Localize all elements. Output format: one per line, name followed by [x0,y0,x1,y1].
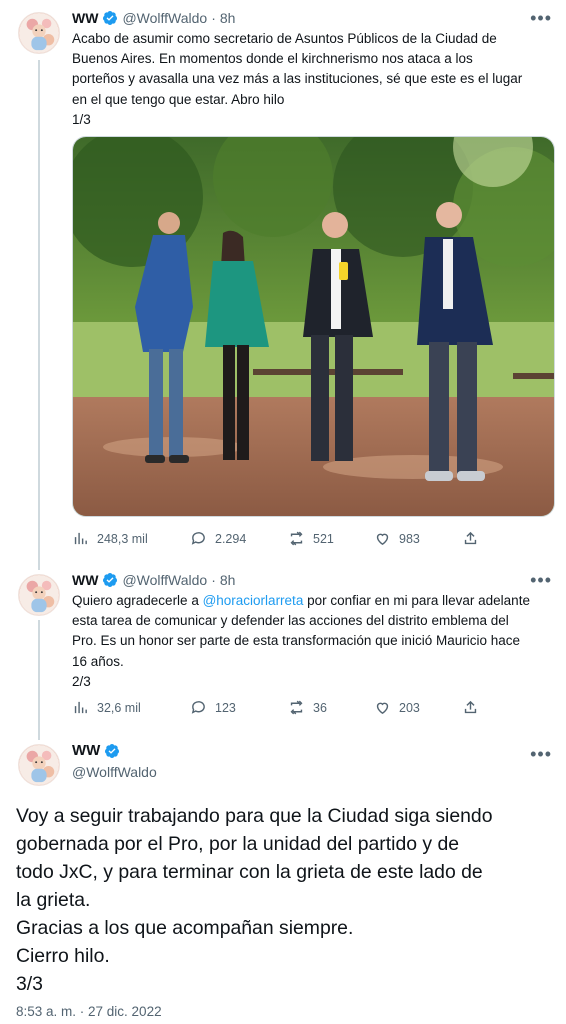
author-handle[interactable]: @WolffWaldo [122,572,207,588]
author-name[interactable]: WW [72,742,100,759]
tweet-text-line: Buenos Aires. En momentos donde el kirch… [72,51,473,67]
avatar-illustration-icon [19,13,59,53]
avatar[interactable] [18,12,60,54]
main-author-name-row[interactable]: WW [72,742,124,759]
tweet-text-line: Gracias a los que acompañan siempre. [16,917,354,939]
avatar-illustration-icon [19,745,59,785]
views-count: 248,3 mil [97,531,148,546]
tweet-text-line: todo JxC, y para terminar con la grieta … [16,861,483,883]
verified-badge-icon [103,11,118,25]
avatar-illustration-icon [19,575,59,615]
views-count: 32,6 mil [97,700,141,715]
reply-count: 123 [215,700,236,715]
like-icon [376,533,389,546]
reply-count: 2.294 [215,531,247,546]
share-icon [464,531,477,545]
like-button[interactable]: 203 [374,699,420,716]
like-icon [376,702,389,715]
tweet-text-line: Acabo de asumir como secretario de Asunt… [72,31,497,46]
tweet-text-line: esta tarea de comunicar y defender las a… [72,613,509,629]
retweet-button[interactable]: 36 [288,699,327,716]
like-count: 203 [399,700,420,715]
tweet-text-line: 1/3 [72,111,91,127]
tweet-header: WW @WolffWaldo · 8h [72,8,552,28]
separator-dot: · [211,10,216,26]
share-button[interactable] [462,530,479,547]
author-name[interactable]: WW [72,572,98,588]
photo-four-people-park [73,137,554,516]
author-name[interactable]: WW [72,10,98,26]
verified-badge-icon [103,573,118,587]
tweet-time[interactable]: 8h [220,572,236,588]
mention-link[interactable]: @horaciorlarreta [203,593,304,608]
more-icon[interactable]: ••• [530,745,552,763]
tweet-text-line: 3/3 [16,973,43,995]
views-button[interactable]: 32,6 mil [72,699,141,716]
tweet-text-line: Voy a seguir trabajando para que la Ciud… [16,805,493,827]
views-icon [74,701,87,714]
separator-dot: · [211,572,216,588]
avatar[interactable] [18,744,60,786]
tweet-text-fragment: Quiero agradecerle a [72,593,203,608]
tweet-photo[interactable] [72,136,555,517]
retweet-count: 36 [313,700,327,715]
retweet-button[interactable]: 521 [288,530,334,547]
tweet-2[interactable]: WW @WolffWaldo · 8h ••• Quiero agradecer… [0,566,566,736]
views-button[interactable]: 248,3 mil [72,530,148,547]
retweet-count: 521 [313,531,334,546]
avatar[interactable] [18,574,60,616]
tweet-text-line: Quiero agradecerle a @horaciorlarreta po… [72,591,554,611]
author-handle[interactable]: @WolffWaldo [72,764,157,780]
reply-icon [191,532,205,545]
tweet-text-line: 2/3 [72,673,91,689]
more-icon[interactable]: ••• [530,571,552,589]
tweet-text-line: en el que tengo que estar. Abro hilo [72,91,285,107]
tweet-text-line: la grieta. [16,889,91,911]
views-icon [74,532,87,545]
more-icon[interactable]: ••• [530,9,552,27]
like-count: 983 [399,531,420,546]
tweet-text-line: Pro. Es un honor ser parte de esta trans… [72,633,520,649]
tweet-text-line: gobernada por el Pro, por la unidad del … [16,833,460,855]
tweet-text-line: Cierro hilo. [16,945,110,967]
tweet-text: Acabo de asumir como secretario de Asunt… [72,29,554,130]
share-button[interactable] [462,699,479,716]
tweet-text-fragment: por confiar en mi para llevar adelante [303,593,530,608]
tweet-timestamp[interactable]: 8:53 a. m. · 27 dic. 2022 [16,1004,162,1019]
tweet-actions: 248,3 mil 2.294 521 983 [72,530,492,550]
retweet-icon [290,700,303,715]
tweet-actions: 32,6 mil 123 36 203 [72,699,492,719]
tweet-text: Quiero agradecerle a @horaciorlarreta po… [72,591,554,692]
reply-button[interactable]: 2.294 [190,530,246,547]
verified-badge-icon [105,743,120,758]
tweet-1[interactable]: WW @WolffWaldo · 8h ••• Acabo de asumir … [0,0,566,570]
tweet-text-line: porteños y avasalla una vez más a las in… [72,71,523,87]
author-handle[interactable]: @WolffWaldo [122,10,207,26]
reply-button[interactable]: 123 [190,699,236,716]
share-icon [464,700,477,714]
main-tweet-text: Voy a seguir trabajando para que la Ciud… [16,802,556,998]
tweet-text-line: 16 años. [72,653,124,669]
tweet-header: WW @WolffWaldo · 8h [72,570,552,590]
tweet-time[interactable]: 8h [220,10,236,26]
retweet-icon [290,531,303,546]
reply-icon [191,701,205,714]
like-button[interactable]: 983 [374,530,420,547]
